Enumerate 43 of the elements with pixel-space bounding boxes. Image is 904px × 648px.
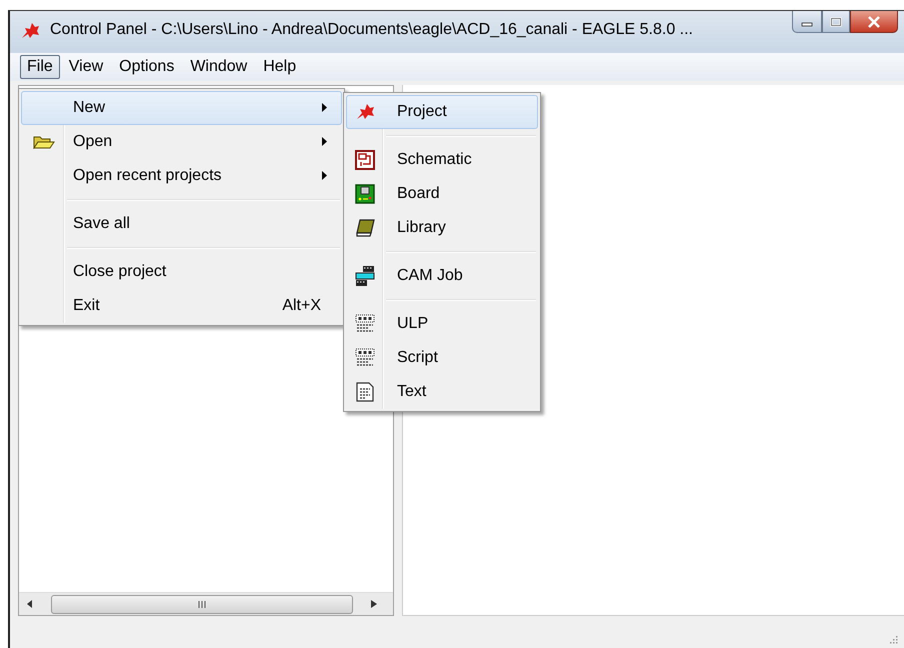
- schematic-icon: [355, 150, 375, 170]
- submenu-arrow-icon: [322, 171, 327, 180]
- menu-item[interactable]: Text: [346, 375, 538, 409]
- menu-item[interactable]: Exit Alt+X: [21, 289, 342, 323]
- splat-icon: [355, 103, 375, 121]
- menu-item[interactable]: Project: [346, 95, 538, 129]
- scroll-left-icon[interactable]: [27, 600, 33, 608]
- script-file-icon: [355, 348, 375, 368]
- menu-item[interactable]: Open recent projects: [21, 159, 342, 193]
- menu-bar-item[interactable]: Options: [112, 55, 182, 79]
- close-icon: [867, 16, 881, 28]
- program-file-icon: [355, 314, 375, 334]
- menu-bar-item[interactable]: View: [62, 55, 110, 79]
- horizontal-scrollbar[interactable]: [19, 592, 393, 615]
- maximize-icon: [830, 16, 842, 26]
- scroll-right-icon[interactable]: [371, 600, 377, 608]
- menu-item[interactable]: Save all: [21, 207, 342, 241]
- book-icon: [355, 218, 375, 238]
- menu-bar-item[interactable]: File: [20, 55, 60, 79]
- maximize-button[interactable]: [822, 11, 850, 33]
- app-logo-icon: [20, 22, 40, 40]
- menu-item[interactable]: Script: [346, 341, 538, 375]
- text-file-icon: [356, 382, 374, 402]
- menu-item[interactable]: ULP: [346, 307, 538, 341]
- scroll-thumb[interactable]: [51, 594, 353, 614]
- menu-item[interactable]: Board: [346, 177, 538, 211]
- film-strip-icon: [355, 265, 375, 287]
- menu-item[interactable]: Open: [21, 125, 342, 159]
- menu-item[interactable]: New: [21, 91, 342, 125]
- close-button[interactable]: [850, 11, 898, 33]
- window-title: Control Panel - C:\Users\Lino - Andrea\Documents\eagle\ACD_16_canali - EAGLE 5.8.0 ...: [50, 21, 693, 39]
- minimize-button[interactable]: [792, 11, 822, 33]
- submenu-arrow-icon: [322, 137, 327, 146]
- menu-item[interactable]: CAM Job: [346, 259, 538, 293]
- resize-grip-icon[interactable]: [888, 634, 898, 644]
- menu-item[interactable]: Close project: [21, 255, 342, 289]
- circuit-board-icon: [355, 184, 375, 204]
- menu-bar-item[interactable]: Help: [256, 55, 304, 79]
- submenu-arrow-icon: [322, 103, 327, 112]
- folder-icon: [32, 135, 54, 149]
- menu-item[interactable]: Library: [346, 211, 538, 245]
- menu-bar-item[interactable]: Window: [183, 55, 254, 79]
- menu-item[interactable]: Schematic: [346, 143, 538, 177]
